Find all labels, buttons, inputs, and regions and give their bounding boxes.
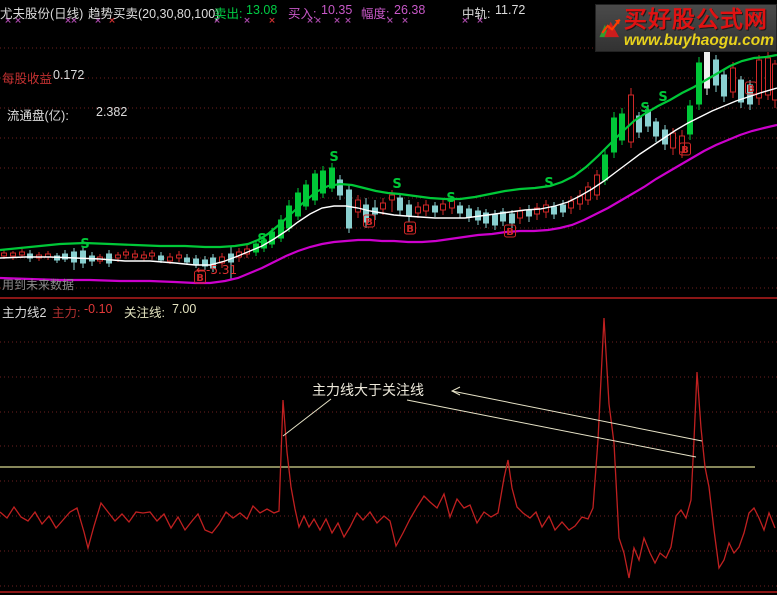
svg-text:×: ×: [401, 16, 409, 26]
buy-label: 买入:: [288, 3, 316, 22]
svg-text:S: S: [329, 150, 338, 165]
float-value: 2.382: [96, 105, 127, 119]
range-label: 幅度:: [361, 3, 389, 22]
svg-text:S: S: [640, 101, 649, 116]
eps-label: 每股收益: [2, 68, 52, 87]
svg-text:S: S: [80, 237, 89, 252]
buy-value: 10.35: [321, 3, 352, 17]
ad-banner[interactable]: 买好股公式网 www.buyhaogu.com: [595, 4, 777, 52]
svg-text:←-5.31: ←-5.31: [196, 263, 237, 277]
svg-text:B: B: [365, 217, 373, 228]
svg-text:×: ×: [333, 16, 341, 26]
stock-title: 尤夫股份(日线): [0, 3, 83, 22]
svg-text:B: B: [747, 84, 755, 95]
svg-text:S: S: [392, 177, 401, 192]
mid-label: 中轨:: [462, 3, 490, 22]
banner-url[interactable]: www.buyhaogu.com: [624, 33, 774, 49]
svg-text:S: S: [544, 176, 553, 191]
svg-text:×: ×: [344, 16, 352, 26]
indicator-title: 趋势买卖(20,30,80,100): [88, 3, 219, 22]
future-data-watermark: 用到未来数据: [2, 276, 74, 293]
main-force-value: -0.10: [84, 302, 113, 316]
svg-text:B: B: [506, 227, 514, 238]
svg-text:×: ×: [243, 16, 251, 26]
sell-label: 卖出:: [214, 3, 242, 22]
sell-value: 13.08: [246, 3, 277, 17]
banner-logo-icon: [598, 13, 622, 43]
attention-line-value: 7.00: [172, 302, 196, 316]
eps-value: 0.172: [53, 68, 84, 82]
svg-text:B: B: [406, 224, 414, 235]
svg-text:S: S: [446, 191, 455, 206]
panel2-name: 主力线2: [2, 302, 46, 321]
svg-text:S: S: [658, 90, 667, 105]
banner-title: 买好股公式网: [624, 8, 774, 31]
chart-svg[interactable]: SSSSSSSSBBBBBB←-5.31×××××××××××××××××: [0, 0, 777, 595]
range-value: 26.38: [394, 3, 425, 17]
svg-text:S: S: [257, 232, 266, 247]
svg-text:B: B: [681, 145, 689, 156]
main-force-label: 主力:: [52, 302, 80, 321]
chart-annotation-text: 主力线大于关注线: [312, 380, 424, 400]
stock-app-window: SSSSSSSSBBBBBB←-5.31××××××××××××××××× 尤夫…: [0, 0, 777, 595]
attention-line-label: 关注线:: [124, 302, 165, 321]
float-label: 流通盘(亿):: [7, 105, 69, 124]
mid-value: 11.72: [495, 3, 525, 17]
svg-text:×: ×: [268, 16, 276, 26]
